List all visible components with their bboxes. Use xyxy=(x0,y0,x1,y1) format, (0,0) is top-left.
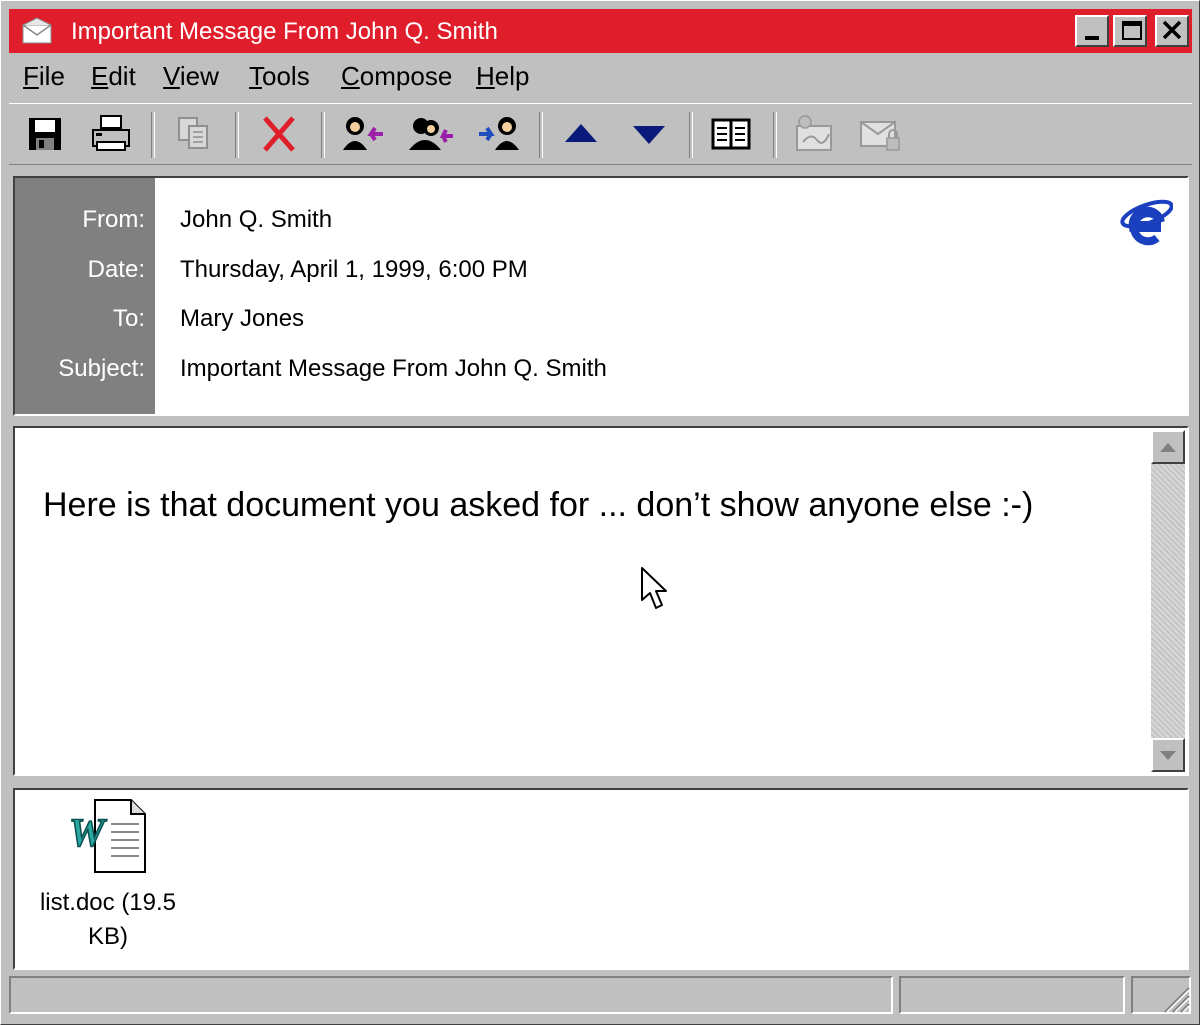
forward-icon xyxy=(479,117,519,150)
reply-all-button[interactable] xyxy=(407,112,455,156)
window-title: Important Message From John Q. Smith xyxy=(71,18,498,45)
sign-button[interactable] xyxy=(791,112,839,156)
status-bar xyxy=(9,976,1192,1016)
forward-button[interactable] xyxy=(475,112,523,156)
up-arrow-icon xyxy=(565,124,597,142)
reply-all-icon xyxy=(409,118,453,150)
scroll-up-icon xyxy=(1160,443,1176,452)
word-document-icon: W xyxy=(68,799,146,873)
internet-explorer-logo xyxy=(1120,199,1173,246)
previous-message-button[interactable] xyxy=(557,112,605,156)
maximize-button[interactable] xyxy=(1113,15,1147,47)
status-cell-main xyxy=(9,976,893,1014)
menu-tools[interactable]: Tools xyxy=(249,61,310,92)
resize-grip-icon[interactable] xyxy=(1159,982,1191,1014)
close-icon xyxy=(1162,20,1182,40)
svg-text:W: W xyxy=(69,810,107,855)
save-button[interactable] xyxy=(21,112,69,156)
to-label: To: xyxy=(112,305,145,332)
digital-sign-icon xyxy=(796,115,832,151)
menu-view[interactable]: View xyxy=(163,61,219,92)
message-body[interactable]: Here is that document you asked for ... … xyxy=(13,426,1189,776)
header-labels-column: From: Date: To: Subject: xyxy=(15,178,155,414)
toolbar-separator xyxy=(235,112,239,158)
copy-icon xyxy=(178,117,208,149)
close-button[interactable] xyxy=(1155,15,1189,47)
from-label: From: xyxy=(82,206,145,233)
attachment-pane: W list.doc (19.5 KB) xyxy=(13,788,1189,970)
menu-compose[interactable]: Compose xyxy=(341,61,452,92)
to-value: Mary Jones xyxy=(180,305,305,332)
encrypt-button[interactable] xyxy=(857,112,905,156)
delete-icon xyxy=(263,116,295,152)
toolbar xyxy=(9,103,1192,165)
toolbar-separator xyxy=(689,112,693,158)
copy-button[interactable] xyxy=(169,112,217,156)
next-message-button[interactable] xyxy=(625,112,673,156)
menu-help[interactable]: Help xyxy=(476,61,529,92)
title-bar[interactable]: Important Message From John Q. Smith xyxy=(9,9,1192,53)
save-icon xyxy=(29,118,61,150)
attachment-label: list.doc (19.5 KB) xyxy=(39,889,177,950)
toolbar-separator xyxy=(321,112,325,158)
menu-edit[interactable]: Edit xyxy=(91,61,136,92)
message-header: From: Date: To: Subject: John Q. Smith T… xyxy=(13,176,1189,416)
scroll-down-icon xyxy=(1160,751,1176,760)
date-label: Date: xyxy=(87,256,145,283)
reply-button[interactable] xyxy=(339,112,387,156)
address-book-button[interactable] xyxy=(707,112,755,156)
message-body-text: Here is that document you asked for ... … xyxy=(43,486,1034,524)
toolbar-separator xyxy=(773,112,777,158)
vertical-scrollbar[interactable] xyxy=(1151,430,1185,772)
from-value: John Q. Smith xyxy=(180,206,333,233)
encrypt-icon xyxy=(860,121,900,151)
status-cell-secondary xyxy=(899,976,1125,1014)
address-book-icon xyxy=(711,118,751,150)
date-value: Thursday, April 1, 1999, 6:00 PM xyxy=(180,256,528,283)
subject-label: Subject: xyxy=(58,355,145,382)
reply-icon xyxy=(343,117,383,150)
minimize-icon xyxy=(1085,36,1099,40)
print-button[interactable] xyxy=(87,112,135,156)
scroll-down-button[interactable] xyxy=(1151,738,1185,772)
menu-file[interactable]: File xyxy=(23,61,65,92)
toolbar-separator xyxy=(151,112,155,158)
subject-value: Important Message From John Q. Smith xyxy=(180,355,607,382)
envelope-icon xyxy=(22,17,52,44)
down-arrow-icon xyxy=(633,126,665,144)
maximize-icon xyxy=(1122,21,1142,40)
mouse-pointer-icon xyxy=(641,567,667,609)
scroll-up-button[interactable] xyxy=(1151,430,1185,464)
minimize-button[interactable] xyxy=(1075,15,1109,47)
delete-button[interactable] xyxy=(255,112,303,156)
email-window: Important Message From John Q. Smith Fil… xyxy=(0,0,1200,1025)
toolbar-separator xyxy=(539,112,543,158)
print-icon xyxy=(92,115,130,151)
